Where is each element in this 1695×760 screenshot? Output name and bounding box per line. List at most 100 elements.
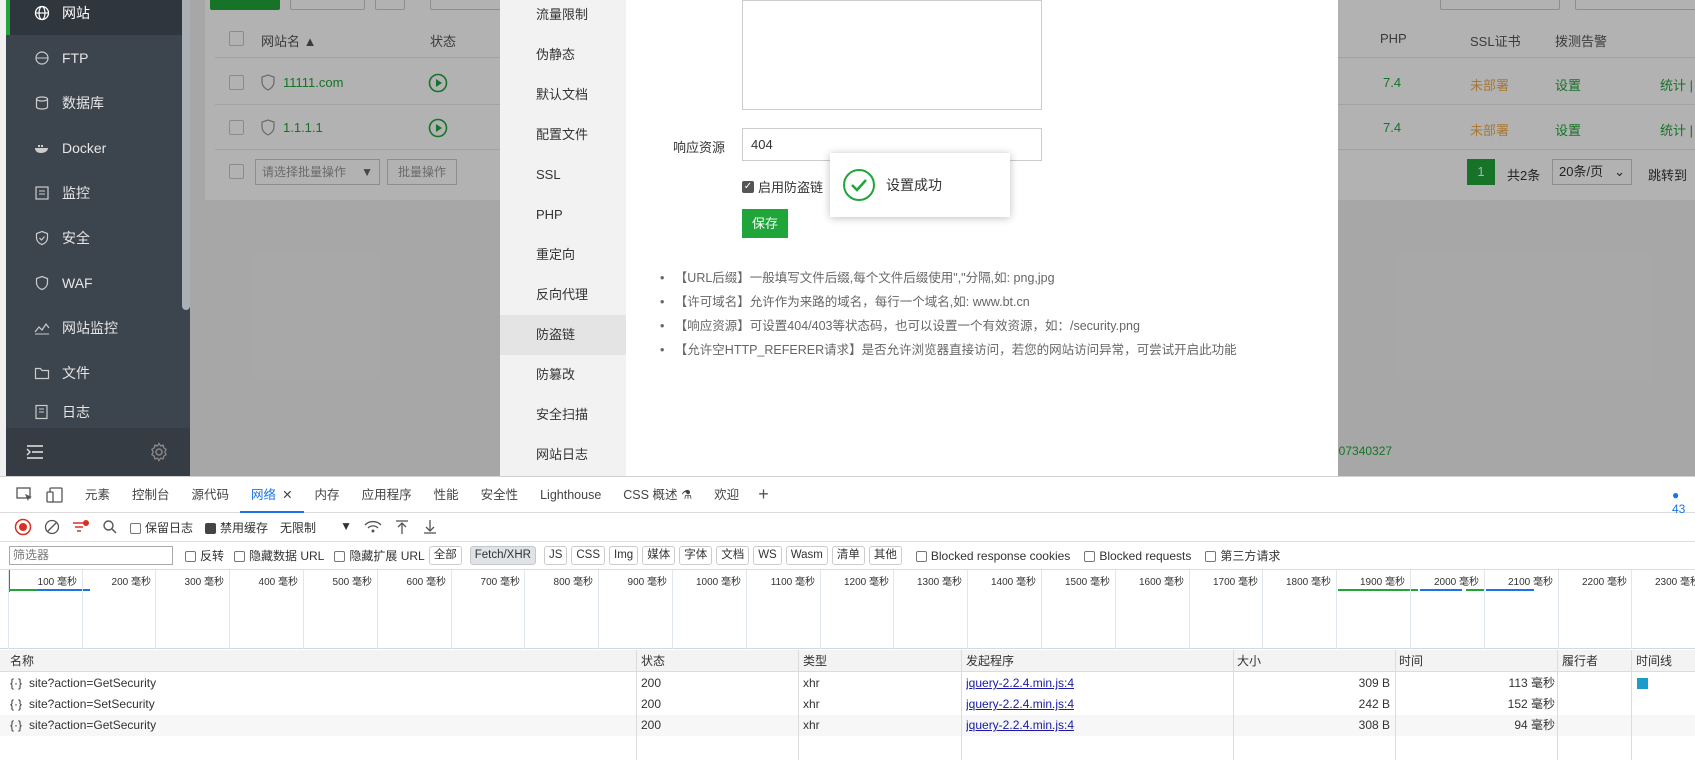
issues-badge[interactable]: ● 43 bbox=[1672, 488, 1695, 516]
network-conditions-icon[interactable] bbox=[364, 519, 382, 535]
enable-hotlink-checkbox[interactable]: ✓ 启用防盗链 bbox=[742, 177, 823, 196]
nav-item[interactable]: 网站日志 bbox=[500, 435, 626, 475]
clear-icon[interactable] bbox=[44, 519, 60, 535]
request-initiator-link[interactable]: jquery-2.2.4.min.js:4 bbox=[966, 715, 1074, 736]
type-filter-media[interactable]: 媒体 bbox=[642, 546, 676, 565]
type-filter-doc[interactable]: 文档 bbox=[716, 546, 750, 565]
column-divider[interactable] bbox=[961, 650, 962, 760]
type-filter-font[interactable]: 字体 bbox=[679, 546, 713, 565]
column-fulfilled[interactable]: 履行者 bbox=[1562, 650, 1598, 671]
third-party-checkbox[interactable]: 第三方请求 bbox=[1205, 547, 1280, 564]
nav-item[interactable]: 防篡改 bbox=[500, 355, 626, 395]
column-initiator[interactable]: 发起程序 bbox=[966, 650, 1014, 671]
success-toast: 设置成功 bbox=[830, 153, 1010, 217]
sidebar-item-waf[interactable]: WAF bbox=[6, 260, 182, 305]
column-size[interactable]: 大小 bbox=[1237, 650, 1261, 671]
column-waterfall[interactable]: 时间线 bbox=[1636, 650, 1672, 671]
tab-security[interactable]: 安全性 bbox=[470, 477, 530, 513]
column-status[interactable]: 状态 bbox=[641, 650, 665, 671]
nav-item[interactable]: 反向代理 bbox=[500, 275, 626, 315]
record-stop-icon[interactable] bbox=[14, 518, 32, 536]
sidebar-item-monitor[interactable]: 监控 bbox=[6, 170, 182, 215]
request-name[interactable]: site?action=SetSecurity bbox=[29, 694, 155, 715]
blocked-requests-checkbox[interactable]: Blocked requests bbox=[1084, 549, 1191, 563]
nav-item[interactable]: 伪静态 bbox=[500, 35, 626, 75]
sidebar-item-docker[interactable]: Docker bbox=[6, 125, 182, 170]
request-row[interactable]: {·} site?action=SetSecurity 200 xhr jque… bbox=[0, 694, 1695, 715]
checkbox-box bbox=[185, 551, 196, 563]
tab-elements[interactable]: 元素 bbox=[74, 477, 121, 513]
upload-icon[interactable] bbox=[394, 519, 410, 535]
filter-input[interactable]: 筛选器 bbox=[9, 546, 173, 565]
tab-console[interactable]: 控制台 bbox=[121, 477, 181, 513]
column-divider[interactable] bbox=[1631, 650, 1632, 760]
gear-icon[interactable] bbox=[149, 442, 169, 462]
request-initiator-link[interactable]: jquery-2.2.4.min.js:4 bbox=[966, 694, 1074, 715]
column-divider[interactable] bbox=[1395, 650, 1396, 760]
sidebar-item-ftp[interactable]: FTP bbox=[6, 35, 182, 80]
type-filter-wasm[interactable]: Wasm bbox=[785, 546, 828, 565]
column-time[interactable]: 时间 bbox=[1399, 650, 1423, 671]
sidebar-item-database[interactable]: 数据库 bbox=[6, 80, 182, 125]
sidebar-item-logs[interactable]: 日志 bbox=[6, 395, 182, 428]
timeline-overview[interactable]: 100 毫秒 200 毫秒 300 毫秒 400 毫秒 500 毫秒 600 毫秒 700 … bbox=[0, 570, 1695, 649]
disable-cache-checkbox[interactable]: 禁用缓存 bbox=[205, 519, 268, 536]
tab-sources[interactable]: 源代码 bbox=[181, 477, 241, 513]
tab-welcome[interactable]: 欢迎 bbox=[703, 477, 750, 513]
type-filter-all[interactable]: 全部 bbox=[428, 546, 462, 565]
request-initiator-link[interactable]: jquery-2.2.4.min.js:4 bbox=[966, 673, 1074, 694]
column-name[interactable]: 名称 bbox=[10, 650, 34, 671]
nav-item[interactable]: 流量限制 bbox=[500, 0, 626, 35]
type-filter-manifest[interactable]: 清单 bbox=[831, 546, 865, 565]
tab-application[interactable]: 应用程序 bbox=[351, 477, 423, 513]
column-type[interactable]: 类型 bbox=[803, 650, 827, 671]
nav-item[interactable]: 安全扫描 bbox=[500, 395, 626, 435]
type-filter-css[interactable]: CSS bbox=[571, 546, 606, 565]
tab-lighthouse[interactable]: Lighthouse bbox=[529, 477, 612, 513]
nav-item[interactable]: 配置文件 bbox=[500, 115, 626, 155]
device-toolbar-icon[interactable] bbox=[46, 486, 64, 503]
close-icon[interactable]: ✕ bbox=[282, 488, 292, 502]
preserve-log-checkbox[interactable]: 保留日志 bbox=[130, 519, 193, 536]
nav-item[interactable]: PHP bbox=[500, 195, 626, 235]
type-filter-xhr[interactable]: Fetch/XHR bbox=[469, 546, 536, 565]
nav-item[interactable]: 默认文档 bbox=[500, 75, 626, 115]
throttle-select[interactable]: 无限制 ▼ bbox=[280, 519, 352, 536]
sidebar-item-security[interactable]: 安全 bbox=[6, 215, 182, 260]
nav-item-hotlink-active[interactable]: 防盗链 bbox=[500, 315, 626, 355]
sidebar-item-website[interactable]: 网站 bbox=[6, 0, 182, 35]
request-row[interactable]: {·} site?action=GetSecurity 200 xhr jque… bbox=[0, 673, 1695, 694]
sidebar-item-site-monitor[interactable]: 网站监控 bbox=[6, 305, 182, 350]
hide-ext-url-checkbox[interactable]: 隐藏扩展 URL bbox=[334, 547, 425, 564]
column-divider[interactable] bbox=[1557, 650, 1558, 760]
add-tab-icon[interactable]: + bbox=[758, 484, 769, 505]
referer-textarea[interactable] bbox=[742, 0, 1042, 110]
request-row[interactable]: {·} site?action=GetSecurity 200 xhr jque… bbox=[0, 715, 1695, 736]
tab-performance[interactable]: 性能 bbox=[423, 477, 470, 513]
collapse-menu-icon[interactable] bbox=[26, 444, 44, 460]
blocked-cookies-checkbox[interactable]: Blocked response cookies bbox=[915, 549, 1070, 563]
nav-item[interactable]: SSL bbox=[500, 155, 626, 195]
tab-network[interactable]: 网络 ✕ bbox=[240, 477, 304, 513]
type-filter-js[interactable]: JS bbox=[543, 546, 568, 565]
sidebar-scrollbar[interactable] bbox=[182, 0, 190, 310]
tab-memory[interactable]: 内存 bbox=[304, 477, 351, 513]
request-name[interactable]: site?action=GetSecurity bbox=[29, 673, 156, 694]
filter-icon[interactable] bbox=[72, 519, 90, 535]
invert-checkbox[interactable]: 反转 bbox=[185, 547, 224, 564]
nav-item[interactable]: 重定向 bbox=[500, 235, 626, 275]
tab-css-overview[interactable]: CSS 概述 ⚗ bbox=[612, 477, 703, 513]
column-divider[interactable] bbox=[798, 650, 799, 760]
save-button[interactable]: 保存 bbox=[742, 209, 788, 238]
type-filter-img[interactable]: Img bbox=[609, 546, 639, 565]
column-divider[interactable] bbox=[636, 650, 637, 760]
inspect-element-icon[interactable] bbox=[16, 486, 34, 503]
type-filter-other[interactable]: 其他 bbox=[868, 546, 902, 565]
request-name[interactable]: site?action=GetSecurity bbox=[29, 715, 156, 736]
search-icon[interactable] bbox=[102, 519, 118, 535]
hide-data-url-checkbox[interactable]: 隐藏数据 URL bbox=[234, 547, 324, 564]
column-divider[interactable] bbox=[1233, 650, 1234, 760]
download-icon[interactable] bbox=[422, 519, 438, 535]
type-filter-ws[interactable]: WS bbox=[753, 546, 782, 565]
sidebar-item-files[interactable]: 文件 bbox=[6, 350, 182, 395]
